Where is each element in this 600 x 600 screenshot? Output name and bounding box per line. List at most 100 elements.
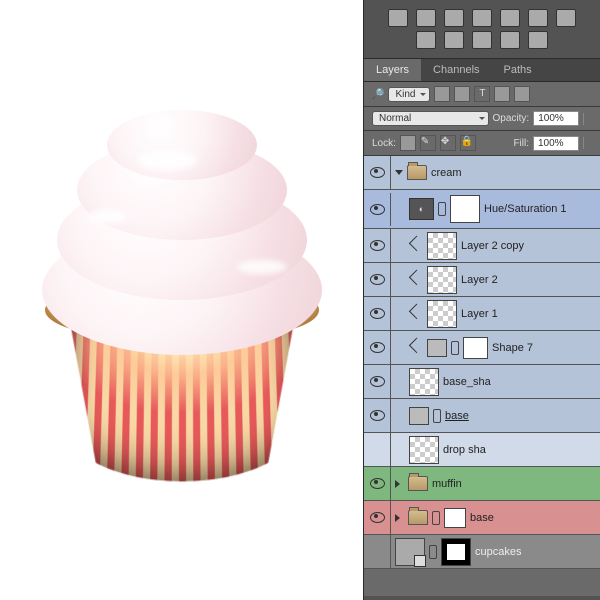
tool-icon[interactable] <box>444 9 464 27</box>
tool-icon[interactable] <box>528 31 548 49</box>
link-icon[interactable] <box>429 545 437 559</box>
group-cream[interactable]: cream <box>364 156 600 190</box>
layer-filter-row: 🔎 Kind T <box>364 82 600 107</box>
visibility-toggle-icon[interactable] <box>370 342 385 353</box>
filter-pixel-icon[interactable] <box>434 86 450 102</box>
layer-cupcakes[interactable]: cupcakes <box>364 535 600 569</box>
opacity-label: Opacity: <box>493 113 530 124</box>
layer-layer2[interactable]: Layer 2 <box>364 263 600 297</box>
layer-thumb[interactable] <box>427 339 447 357</box>
tool-icon[interactable] <box>444 31 464 49</box>
disclosure-icon[interactable] <box>395 514 404 522</box>
layer-thumb[interactable] <box>427 232 457 260</box>
tab-layers[interactable]: Layers <box>364 59 421 81</box>
layer-name[interactable]: Layer 1 <box>461 308 596 320</box>
folder-icon <box>408 476 428 491</box>
visibility-toggle-icon[interactable] <box>370 512 385 523</box>
layer-thumb[interactable] <box>409 436 439 464</box>
tool-icon[interactable] <box>416 9 436 27</box>
layer-name[interactable]: base <box>445 410 596 422</box>
disclosure-icon[interactable] <box>395 170 403 179</box>
visibility-toggle-icon[interactable] <box>370 240 385 251</box>
layer-hue-saturation[interactable]: ◐ Hue/Saturation 1 <box>364 190 600 229</box>
layer-name[interactable]: Layer 2 copy <box>461 240 596 252</box>
filter-kind-dropdown[interactable]: Kind <box>388 87 430 102</box>
tool-icon[interactable] <box>556 9 576 27</box>
tab-paths[interactable]: Paths <box>492 59 544 81</box>
layer-drop-sha[interactable]: drop sha <box>364 433 600 467</box>
tool-icon[interactable] <box>528 9 548 27</box>
group-base[interactable]: base <box>364 501 600 535</box>
layer-shape7[interactable]: Shape 7 <box>364 331 600 365</box>
layer-mask-thumb[interactable] <box>450 195 480 223</box>
clip-icon <box>409 236 425 252</box>
layer-base-sha[interactable]: base_sha <box>364 365 600 399</box>
fill-label: Fill: <box>513 138 529 149</box>
lock-paint-icon[interactable]: ✎ <box>420 135 436 151</box>
layer-mask-thumb[interactable] <box>444 508 466 528</box>
disclosure-icon[interactable] <box>395 480 404 488</box>
layer-name[interactable]: base_sha <box>443 376 596 388</box>
tool-icon[interactable] <box>416 31 436 49</box>
layer-name[interactable]: cream <box>431 167 596 179</box>
layer-layer1[interactable]: Layer 1 <box>364 297 600 331</box>
layer-layer2copy[interactable]: Layer 2 copy <box>364 229 600 263</box>
layer-name[interactable]: Layer 2 <box>461 274 596 286</box>
visibility-toggle-icon[interactable] <box>370 410 385 421</box>
blend-mode-dropdown[interactable]: Normal <box>372 111 489 126</box>
layers-list[interactable]: cream ◐ Hue/Saturation 1 Layer 2 copy Lay… <box>364 156 600 596</box>
layer-name[interactable]: drop sha <box>443 444 596 456</box>
blend-row: Normal Opacity: 100% <box>364 107 600 131</box>
lock-all-icon[interactable]: 🔒 <box>460 135 476 151</box>
layer-name[interactable]: muffin <box>432 478 596 490</box>
layer-mask-thumb[interactable] <box>441 538 471 566</box>
opacity-input[interactable]: 100% <box>533 111 579 126</box>
layer-thumb[interactable] <box>409 368 439 396</box>
smart-object-thumb[interactable] <box>395 538 425 566</box>
tool-icon[interactable] <box>388 9 408 27</box>
layer-name[interactable]: Shape 7 <box>492 342 596 354</box>
layer-name[interactable]: cupcakes <box>475 546 596 558</box>
options-bar-icons <box>364 0 600 59</box>
link-icon[interactable] <box>432 511 440 525</box>
visibility-toggle-icon[interactable] <box>370 274 385 285</box>
clip-icon <box>409 338 425 354</box>
tab-channels[interactable]: Channels <box>421 59 491 81</box>
document-canvas[interactable] <box>0 0 364 600</box>
filter-adjust-icon[interactable] <box>454 86 470 102</box>
visibility-toggle-icon[interactable] <box>370 167 385 178</box>
lock-row: Lock: ✎ ✥ 🔒 Fill: 100% <box>364 131 600 156</box>
link-icon[interactable] <box>438 202 446 216</box>
folder-icon <box>408 510 428 525</box>
link-icon[interactable] <box>451 341 459 355</box>
visibility-toggle-icon[interactable] <box>370 204 385 215</box>
visibility-toggle-icon[interactable] <box>370 308 385 319</box>
filter-smart-icon[interactable] <box>514 86 530 102</box>
cupcake-artwork <box>37 120 327 480</box>
link-icon[interactable] <box>433 409 441 423</box>
layer-thumb[interactable] <box>427 300 457 328</box>
clip-icon <box>409 270 425 286</box>
layer-base[interactable]: base <box>364 399 600 433</box>
fill-input[interactable]: 100% <box>533 136 579 151</box>
layer-thumb[interactable] <box>427 266 457 294</box>
visibility-toggle-icon[interactable] <box>370 478 385 489</box>
layer-mask-thumb[interactable] <box>463 337 488 359</box>
adjustment-icon: ◐ <box>409 198 434 220</box>
lock-move-icon[interactable]: ✥ <box>440 135 456 151</box>
layer-thumb[interactable] <box>409 407 429 425</box>
group-muffin[interactable]: muffin <box>364 467 600 501</box>
visibility-toggle-icon[interactable] <box>370 376 385 387</box>
folder-icon <box>407 165 427 180</box>
layer-name[interactable]: Hue/Saturation 1 <box>484 203 596 215</box>
tool-icon[interactable] <box>500 31 520 49</box>
tool-icon[interactable] <box>472 9 492 27</box>
clip-icon <box>409 304 425 320</box>
filter-shape-icon[interactable] <box>494 86 510 102</box>
tool-icon[interactable] <box>472 31 492 49</box>
filter-type-icon[interactable]: T <box>474 86 490 102</box>
layer-name[interactable]: base <box>470 512 596 524</box>
tool-icon[interactable] <box>500 9 520 27</box>
lock-trans-icon[interactable] <box>400 135 416 151</box>
panel-tabs: Layers Channels Paths <box>364 59 600 82</box>
